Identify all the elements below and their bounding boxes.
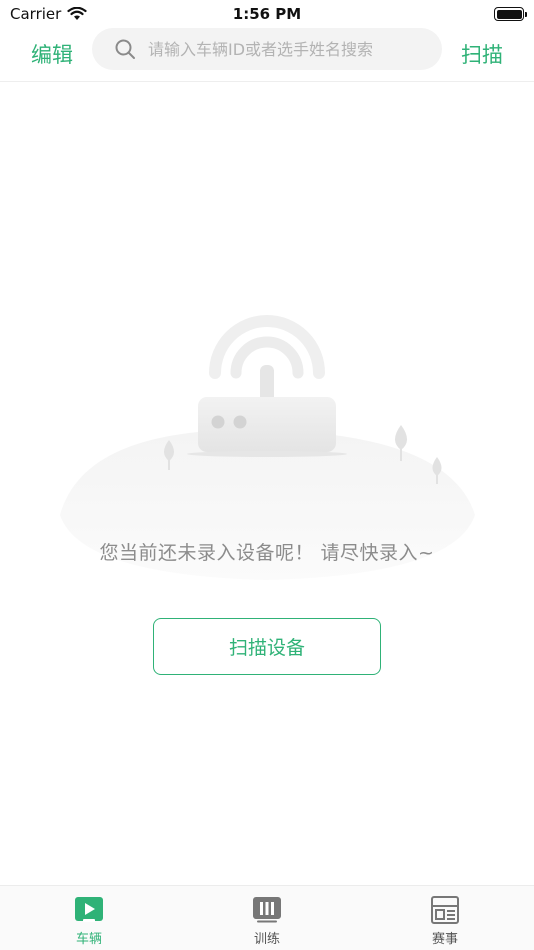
event-icon	[431, 896, 459, 924]
edit-button[interactable]: 编辑	[31, 39, 73, 69]
tab-bar: 车辆 训练 赛事	[0, 885, 534, 950]
tab-label: 车辆	[75, 932, 102, 947]
tab-label: 赛事	[431, 932, 458, 947]
tab-training[interactable]: 训练	[178, 886, 356, 950]
search-input[interactable]	[148, 39, 428, 59]
wifi-icon	[67, 7, 87, 20]
status-left: Carrier	[10, 5, 87, 23]
empty-state-message: 您当前还未录入设备呢！ 请尽快录入~	[99, 542, 435, 564]
scan-device-button[interactable]: 扫描设备	[153, 618, 381, 675]
carrier-label: Carrier	[10, 5, 62, 23]
app-screen: Carrier 1:56 PM 编辑 扫描	[0, 0, 534, 950]
vehicle-icon	[75, 897, 103, 922]
training-icon	[253, 897, 281, 923]
search-bar[interactable]	[92, 28, 442, 70]
scan-button[interactable]: 扫描	[461, 39, 503, 69]
battery-icon	[494, 7, 527, 21]
search-icon	[115, 39, 135, 59]
nav-bar: 编辑 扫描	[0, 24, 534, 82]
tab-label: 训练	[253, 932, 280, 947]
tab-vehicles[interactable]: 车辆	[0, 886, 178, 950]
status-time: 1:56 PM	[232, 5, 302, 23]
tab-events[interactable]: 赛事	[356, 886, 534, 950]
